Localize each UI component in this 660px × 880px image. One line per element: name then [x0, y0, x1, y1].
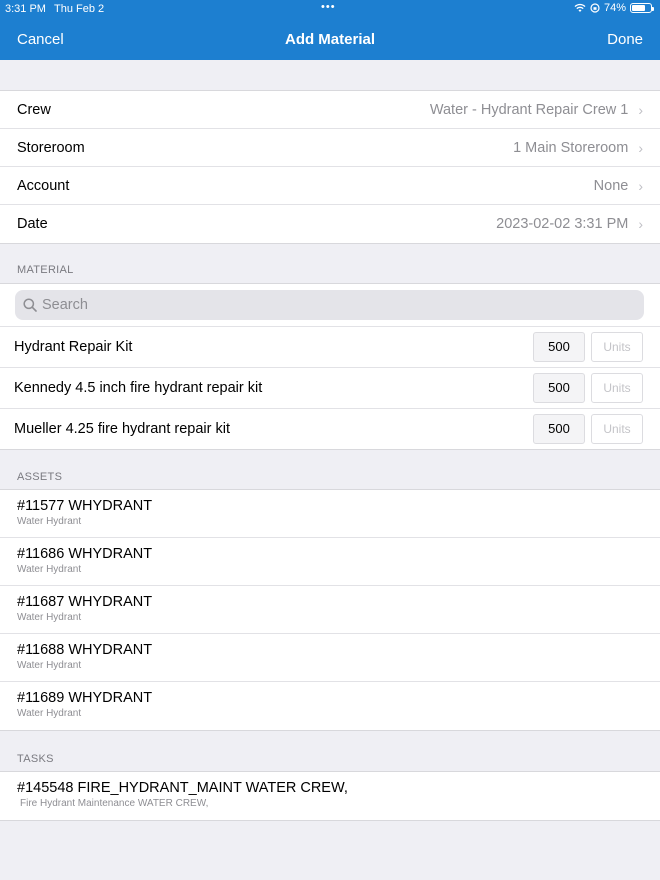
units-field[interactable]: Units [591, 332, 643, 362]
storeroom-value: 1 Main Storeroom [513, 139, 629, 156]
quantity-field[interactable]: 500 [533, 414, 585, 444]
details-section: Crew Water - Hydrant Repair Crew 1 › Sto… [0, 90, 660, 244]
asset-item[interactable]: #11688 WHYDRANT Water Hydrant [0, 634, 660, 682]
crew-row[interactable]: Crew Water - Hydrant Repair Crew 1 › [0, 91, 660, 129]
cancel-button[interactable]: Cancel [17, 31, 64, 48]
battery-percent: 74% [603, 2, 626, 14]
task-item[interactable]: #145548 FIRE_HYDRANT_MAINT WATER CREW, F… [0, 772, 660, 820]
search-icon [23, 298, 37, 312]
status-date: Thu Feb 2 [54, 3, 105, 15]
status-right: 74% [574, 2, 654, 14]
material-item[interactable]: Kennedy 4.5 inch fire hydrant repair kit… [0, 367, 660, 408]
done-button[interactable]: Done [607, 31, 643, 48]
chevron-right-icon: › [638, 101, 643, 118]
navigation-bar: 3:31 PM Thu Feb 2 ••• 74% Add Material C… [0, 0, 660, 60]
orientation-lock-icon [590, 3, 600, 13]
page-title: Add Material [284, 31, 375, 48]
chevron-right-icon: › [638, 216, 643, 232]
asset-subtitle: Water Hydrant [17, 564, 82, 575]
battery-icon [630, 3, 654, 13]
storeroom-row[interactable]: Storeroom 1 Main Storeroom › [0, 129, 660, 167]
material-item[interactable]: Mueller 4.25 fire hydrant repair kit 500… [0, 408, 660, 449]
asset-item[interactable]: #11577 WHYDRANT Water Hydrant [0, 490, 660, 538]
assets-section-header: ASSETS [17, 471, 63, 483]
asset-subtitle: Water Hydrant [17, 516, 82, 527]
asset-title: #11577 WHYDRANT [17, 498, 153, 514]
date-row[interactable]: Date 2023-02-02 3:31 PM › [0, 205, 660, 243]
account-value: None [593, 177, 629, 194]
asset-title: #11687 WHYDRANT [17, 594, 153, 610]
material-section-header: MATERIAL [17, 264, 74, 276]
status-time: 3:31 PM [5, 3, 46, 15]
quantity-field[interactable]: 500 [533, 373, 585, 403]
asset-subtitle: Water Hydrant [17, 708, 82, 719]
asset-item[interactable]: #11689 WHYDRANT Water Hydrant [0, 682, 660, 730]
material-item[interactable]: Hydrant Repair Kit 500 Units [0, 326, 660, 367]
asset-item[interactable]: #11686 WHYDRANT Water Hydrant [0, 538, 660, 586]
tasks-section-header: TASKS [17, 753, 54, 765]
crew-value: Water - Hydrant Repair Crew 1 [429, 101, 629, 118]
asset-item[interactable]: #11687 WHYDRANT Water Hydrant [0, 586, 660, 634]
asset-title: #11686 WHYDRANT [17, 546, 153, 562]
asset-subtitle: Water Hydrant [17, 660, 82, 671]
units-field[interactable]: Units [591, 414, 643, 444]
search-container [0, 283, 660, 326]
quantity-field[interactable]: 500 [533, 332, 585, 362]
chevron-right-icon: › [638, 139, 643, 156]
chevron-right-icon: › [638, 177, 643, 194]
search-input[interactable] [42, 297, 602, 313]
asset-title: #11689 WHYDRANT [17, 690, 153, 706]
material-list: Hydrant Repair Kit 500 Units Kennedy 4.5… [0, 326, 660, 450]
multitasking-dots[interactable]: ••• [321, 1, 336, 13]
account-row[interactable]: Account None › [0, 167, 660, 205]
wifi-icon [574, 3, 586, 12]
tasks-list: #145548 FIRE_HYDRANT_MAINT WATER CREW, F… [0, 771, 660, 821]
search-bar[interactable] [15, 290, 644, 320]
date-value: 2023-02-02 3:31 PM [496, 216, 629, 232]
crew-label: Crew [17, 101, 51, 118]
storeroom-label: Storeroom [17, 139, 85, 156]
material-name: Mueller 4.25 fire hydrant repair kit [14, 421, 230, 437]
date-label: Date [17, 216, 48, 232]
task-title: #145548 FIRE_HYDRANT_MAINT WATER CREW, [17, 780, 348, 796]
assets-list: #11577 WHYDRANT Water Hydrant #11686 WHY… [0, 489, 660, 731]
material-name: Hydrant Repair Kit [14, 339, 133, 355]
asset-subtitle: Water Hydrant [17, 612, 82, 623]
units-field[interactable]: Units [591, 373, 643, 403]
material-name: Kennedy 4.5 inch fire hydrant repair kit [14, 380, 263, 396]
task-subtitle: Fire Hydrant Maintenance WATER CREW, [20, 798, 209, 809]
status-bar: 3:31 PM Thu Feb 2 ••• 74% [0, 0, 660, 18]
asset-title: #11688 WHYDRANT [17, 642, 153, 658]
account-label: Account [17, 177, 70, 194]
